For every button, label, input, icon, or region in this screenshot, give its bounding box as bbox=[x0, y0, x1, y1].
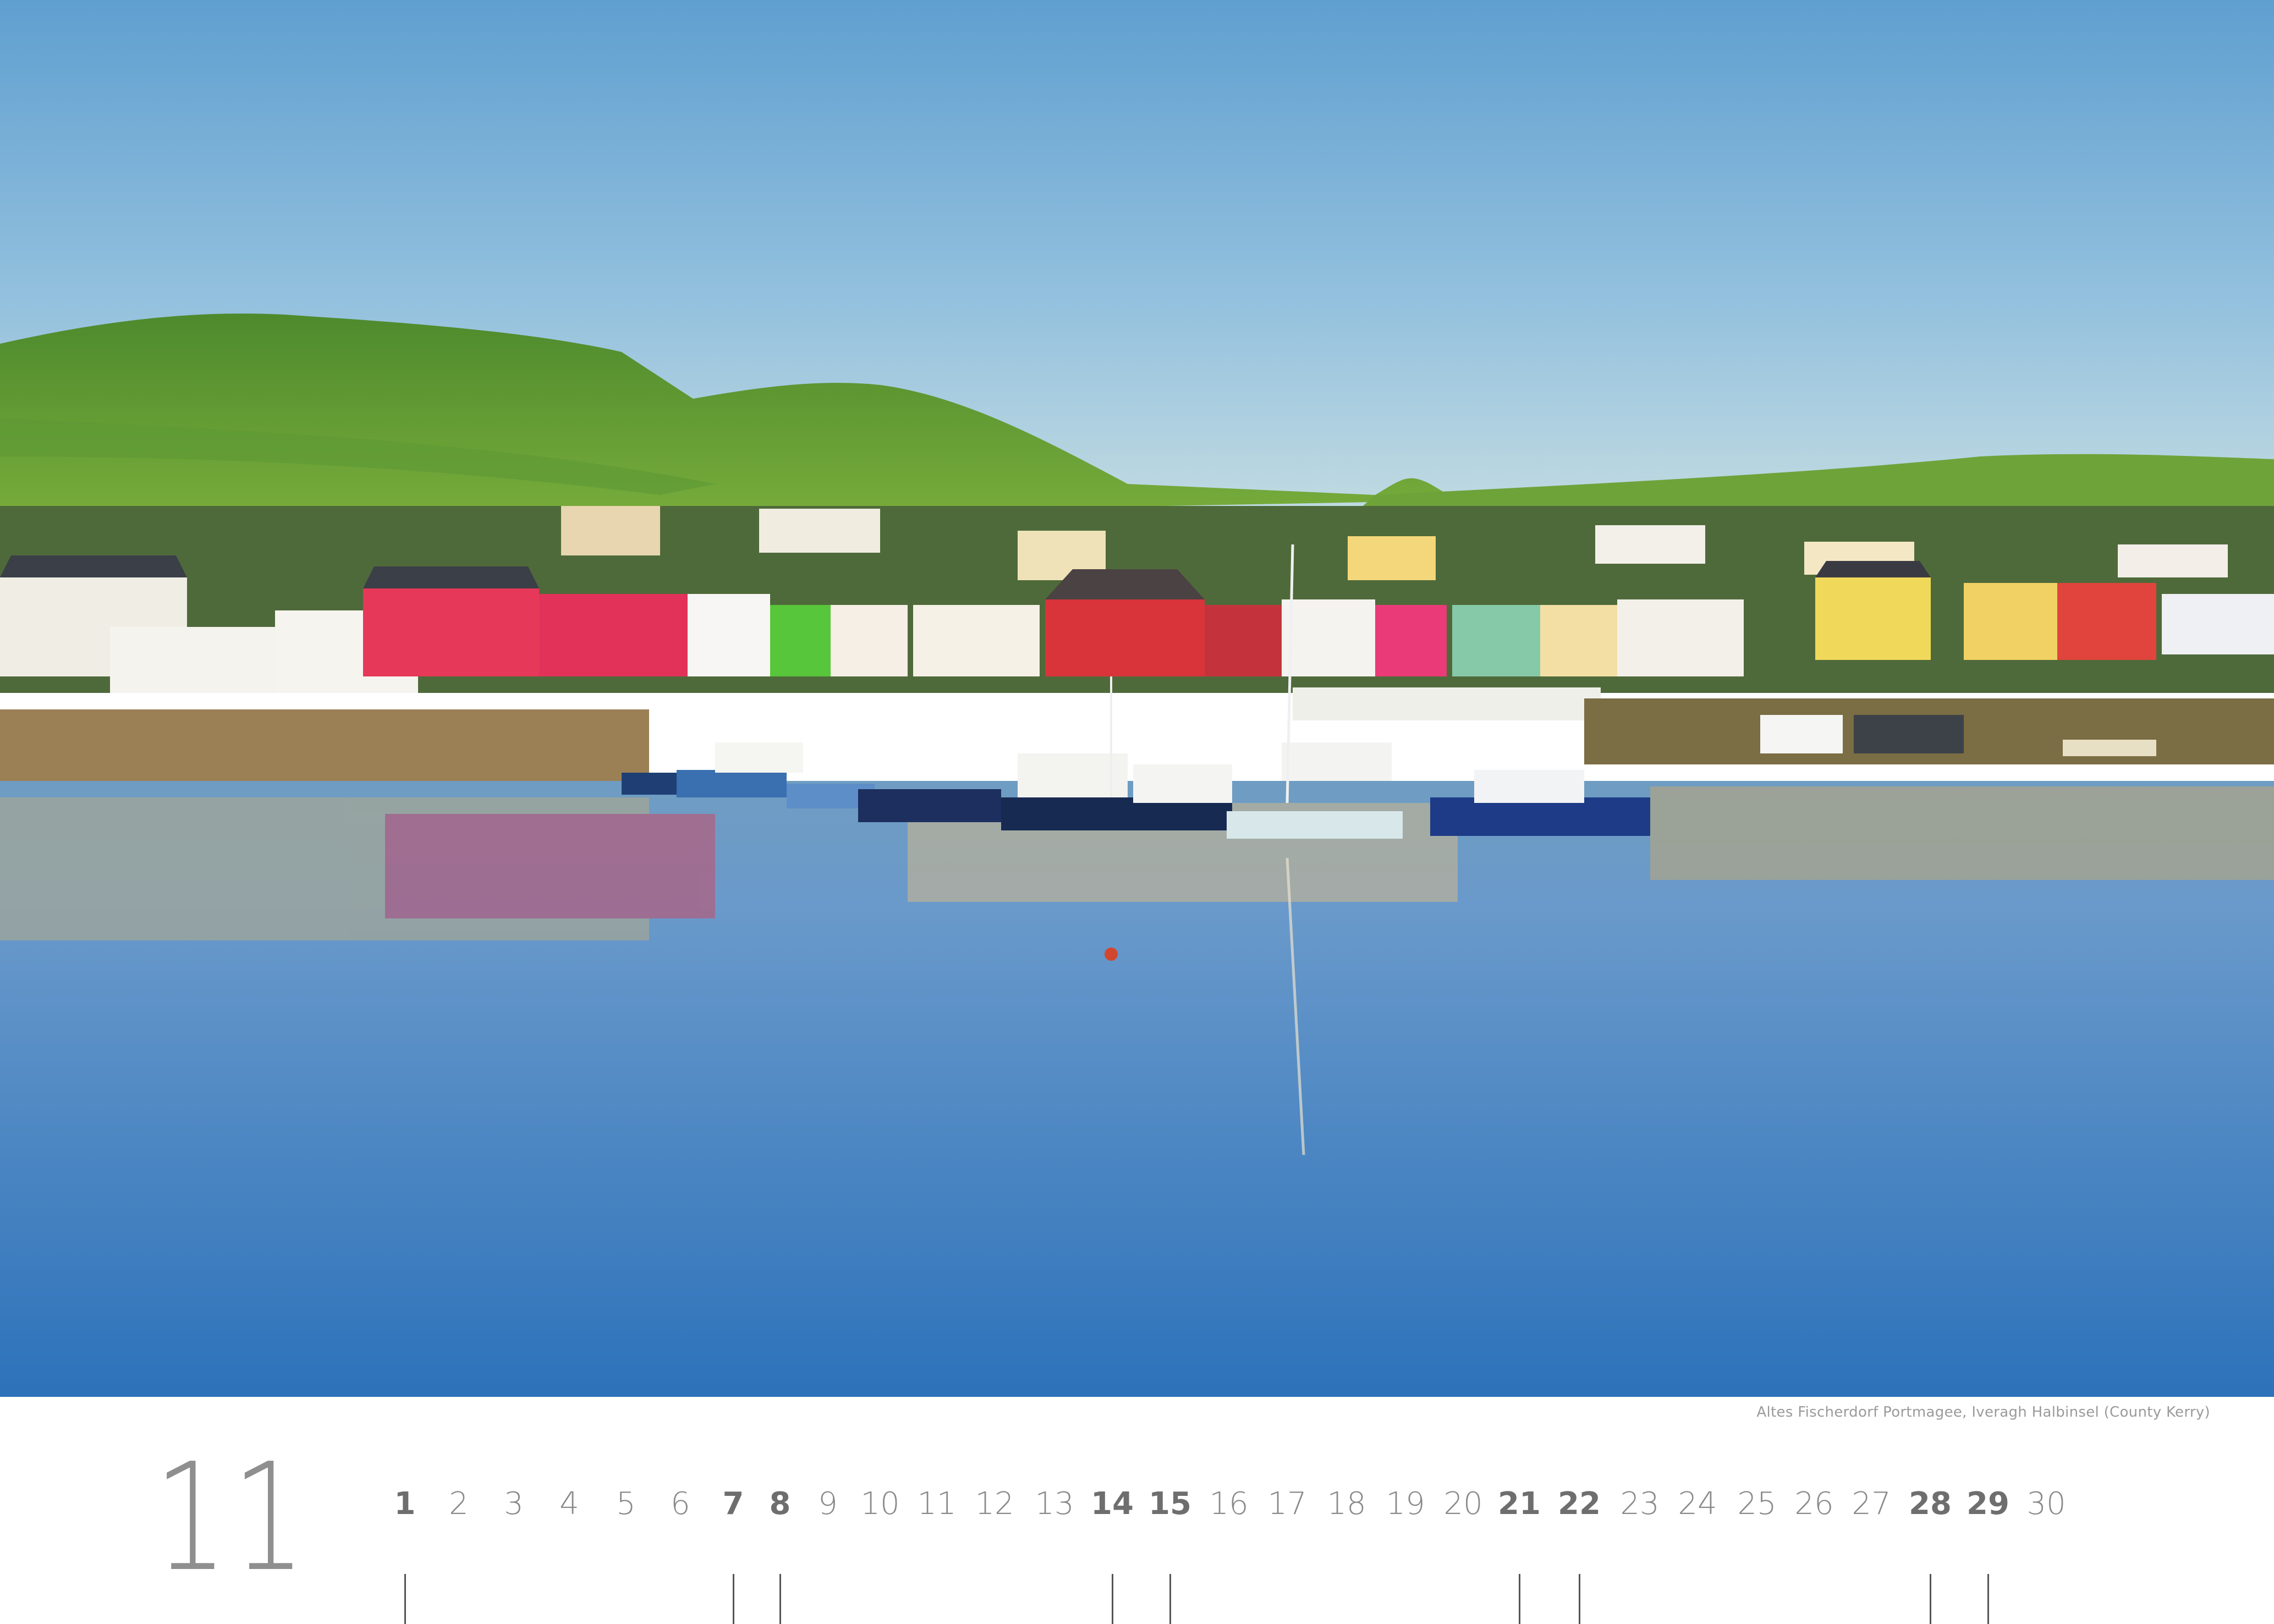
calendar-day: 26 bbox=[1794, 1486, 1834, 1522]
weekend-marker-line bbox=[1112, 1574, 1113, 1624]
calendar-day: 29 bbox=[1967, 1486, 2009, 1522]
calendar-day: 13 bbox=[1035, 1486, 1074, 1522]
calendar-day: 22 bbox=[1558, 1486, 1601, 1522]
calendar-day: 9 bbox=[818, 1486, 838, 1522]
weekend-marker-line bbox=[1930, 1574, 1931, 1624]
calendar-days: 1 2 3 4 5 6 7 8 9 10 11 12 13 14 15 16 17 18 19 20 21 22 23 24 2… bbox=[0, 0, 2274, 1624]
calendar-day: 30 bbox=[2026, 1486, 2066, 1522]
calendar-day: 6 bbox=[671, 1486, 690, 1522]
weekend-marker-line bbox=[1579, 1574, 1580, 1624]
weekend-marker-line bbox=[1519, 1574, 1520, 1624]
calendar-day: 17 bbox=[1267, 1486, 1307, 1522]
calendar-day: 24 bbox=[1678, 1486, 1717, 1522]
weekend-marker-line bbox=[779, 1574, 781, 1624]
calendar-day: 4 bbox=[559, 1486, 579, 1522]
calendar-day: 8 bbox=[769, 1486, 791, 1522]
weekend-marker-line bbox=[1169, 1574, 1171, 1624]
weekend-marker-line bbox=[1987, 1574, 1989, 1624]
weekend-marker-line bbox=[404, 1574, 406, 1624]
calendar-day: 11 bbox=[917, 1486, 957, 1522]
calendar-day: 14 bbox=[1091, 1486, 1134, 1522]
calendar-day: 25 bbox=[1737, 1486, 1777, 1522]
calendar-day: 16 bbox=[1209, 1486, 1249, 1522]
calendar-day: 27 bbox=[1852, 1486, 1891, 1522]
weekend-marker-line bbox=[733, 1574, 734, 1624]
calendar-day: 15 bbox=[1149, 1486, 1191, 1522]
calendar-day: 23 bbox=[1620, 1486, 1660, 1522]
calendar-day: 10 bbox=[860, 1486, 900, 1522]
calendar-day: 12 bbox=[975, 1486, 1014, 1522]
calendar-day: 5 bbox=[616, 1486, 636, 1522]
calendar-day: 28 bbox=[1909, 1486, 1952, 1522]
calendar-day: 2 bbox=[449, 1486, 469, 1522]
calendar-day: 20 bbox=[1443, 1486, 1483, 1522]
calendar-day: 21 bbox=[1498, 1486, 1541, 1522]
calendar-day: 3 bbox=[504, 1486, 524, 1522]
calendar-day: 19 bbox=[1386, 1486, 1425, 1522]
calendar-day: 18 bbox=[1327, 1486, 1366, 1522]
calendar-day: 1 bbox=[394, 1486, 416, 1522]
